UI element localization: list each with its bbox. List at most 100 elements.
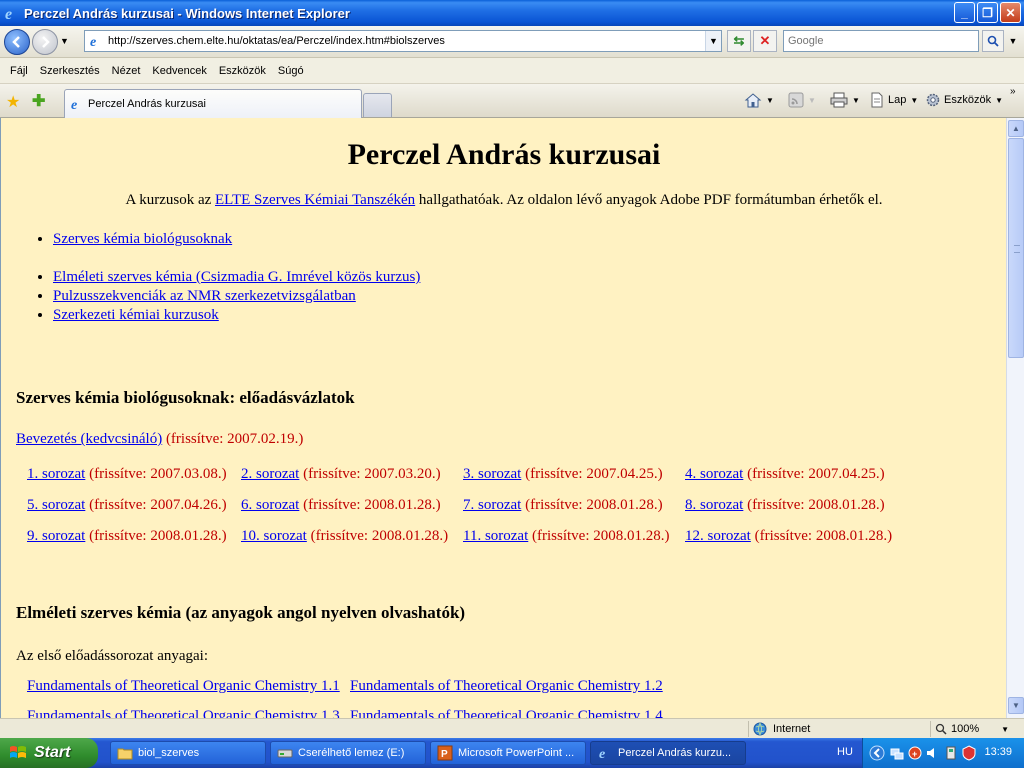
series-link[interactable]: 1. sorozat <box>27 466 85 482</box>
scroll-grip <box>1014 245 1020 253</box>
tools-menu-button[interactable]: Eszközök ▼ <box>925 92 1003 108</box>
svg-text:+: + <box>912 749 917 759</box>
add-favorite-icon[interactable]: ✚ <box>32 91 45 111</box>
zoom-icon <box>935 723 947 735</box>
stop-button[interactable]: ✕ <box>753 30 777 52</box>
series-link[interactable]: 12. sorozat <box>685 528 751 544</box>
ie-logo-icon: e <box>599 747 605 761</box>
menu-tools[interactable]: Eszközök <box>213 65 272 77</box>
tray-shield-icon[interactable] <box>961 745 977 761</box>
forward-button[interactable] <box>32 29 58 55</box>
chevron-more-icon[interactable]: » <box>1010 86 1016 97</box>
clock[interactable]: 13:39 <box>984 746 1012 758</box>
home-dropdown-icon[interactable]: ▼ <box>766 96 774 105</box>
tab-active[interactable]: e Perczel András kurzusai <box>64 89 362 118</box>
tray-usb-icon[interactable] <box>943 745 959 761</box>
tray-network-icon[interactable] <box>889 745 905 761</box>
vertical-scrollbar[interactable]: ▲ ▼ <box>1006 118 1024 718</box>
start-button[interactable]: Start <box>0 738 98 768</box>
series-link[interactable]: 4. sorozat <box>685 466 743 482</box>
feeds-button[interactable]: ▼ <box>788 92 816 108</box>
series-link[interactable]: 9. sorozat <box>27 528 85 544</box>
series-updated: (frissítve: 2008.01.28.) <box>521 497 663 513</box>
search-box[interactable] <box>783 30 979 52</box>
maximize-button[interactable]: ❐ <box>977 2 998 23</box>
series-item: 12. sorozat (frissítve: 2008.01.28.) <box>685 528 892 545</box>
task-biol-szerves[interactable]: biol_szerves <box>110 741 266 765</box>
course-link-theoretical[interactable]: Elméleti szerves kémia (Csizmadia G. Imr… <box>53 269 420 285</box>
printer-icon <box>830 92 848 108</box>
series-link[interactable]: 7. sorozat <box>463 497 521 513</box>
intro-lecture-link[interactable]: Bevezetés (kedvcsináló) <box>16 431 162 447</box>
menu-favorites[interactable]: Kedvencek <box>146 65 212 77</box>
search-input[interactable] <box>788 35 978 47</box>
menu-edit[interactable]: Szerkesztés <box>34 65 106 77</box>
new-tab-button[interactable] <box>363 93 392 117</box>
tray-antivirus-icon[interactable]: + <box>907 745 923 761</box>
zoom-dropdown-icon[interactable]: ▼ <box>1001 725 1009 734</box>
menu-view[interactable]: Nézet <box>106 65 147 77</box>
series-link[interactable]: 2. sorozat <box>241 466 299 482</box>
fundamentals-item: Fundamentals of Theoretical Organic Chem… <box>27 678 340 695</box>
series-link[interactable]: 8. sorozat <box>685 497 743 513</box>
zone-indicator[interactable]: Internet <box>748 721 928 737</box>
menu-help[interactable]: Súgó <box>272 65 310 77</box>
print-button[interactable]: ▼ <box>830 92 860 108</box>
fundamentals-link[interactable]: Fundamentals of Theoretical Organic Chem… <box>350 678 663 694</box>
task-powerpoint[interactable]: P Microsoft PowerPoint ... <box>430 741 586 765</box>
zoom-level: 100% <box>951 723 980 735</box>
status-bar: Internet 100% ▼ <box>0 718 1024 738</box>
elte-department-link[interactable]: ELTE Szerves Kémiai Tanszékén <box>215 192 415 208</box>
search-button[interactable] <box>982 30 1004 52</box>
svg-text:e: e <box>71 98 77 112</box>
history-dropdown[interactable]: ▼ <box>60 36 69 46</box>
series-item: 8. sorozat (frissítve: 2008.01.28.) <box>685 497 885 514</box>
page-icon <box>871 92 883 108</box>
scroll-thumb[interactable] <box>1008 138 1024 358</box>
tray-volume-icon[interactable] <box>925 745 941 761</box>
language-indicator[interactable]: HU <box>837 746 853 758</box>
fundamentals-link[interactable]: Fundamentals of Theoretical Organic Chem… <box>27 678 340 694</box>
menu-file[interactable]: Fájl <box>4 65 34 77</box>
course-list-top: Szerves kémia biológusoknak <box>53 230 232 249</box>
scroll-up-button[interactable]: ▲ <box>1008 120 1024 137</box>
favorites-star-icon[interactable]: ★ <box>6 92 20 112</box>
course-link-nmr[interactable]: Pulzusszekvenciák az NMR szerkezetvizsgá… <box>53 288 356 304</box>
home-button[interactable]: ▼ <box>744 92 774 108</box>
series-link[interactable]: 10. sorozat <box>241 528 307 544</box>
series-link[interactable]: 5. sorozat <box>27 497 85 513</box>
ie-logo-icon: e <box>5 6 12 21</box>
fundamentals-link[interactable]: Fundamentals of Theoretical Organic Chem… <box>27 708 340 718</box>
window-title: Perczel András kurzusai - Windows Intern… <box>24 5 350 21</box>
close-button[interactable]: ✕ <box>1000 2 1021 23</box>
refresh-button[interactable]: ⇆ <box>727 30 751 52</box>
back-button[interactable] <box>4 29 30 55</box>
series-item: 3. sorozat (frissítve: 2007.04.25.) <box>463 466 663 483</box>
search-options-dropdown[interactable]: ▼ <box>1006 30 1020 52</box>
page-heading: Perczel András kurzusai <box>347 138 661 171</box>
zoom-control[interactable]: 100% ▼ <box>930 721 1024 737</box>
stop-icon: ✕ <box>759 33 771 48</box>
print-dropdown-icon[interactable]: ▼ <box>852 96 860 105</box>
address-bar[interactable]: e http://szerves.chem.elte.hu/oktatas/ea… <box>84 30 722 52</box>
fundamentals-link[interactable]: Fundamentals of Theoretical Organic Chem… <box>350 708 663 718</box>
task-ie-active[interactable]: e Perczel András kurzu... <box>590 741 746 765</box>
ie-page-icon: e <box>71 98 77 112</box>
task-removable-disk[interactable]: Cserélhető lemez (E:) <box>270 741 426 765</box>
url-text[interactable]: http://szerves.chem.elte.hu/oktatas/ea/P… <box>108 35 705 47</box>
series-updated: (frissítve: 2008.01.28.) <box>750 528 893 544</box>
series-link[interactable]: 6. sorozat <box>241 497 299 513</box>
svg-text:e: e <box>599 747 605 761</box>
page-menu-button[interactable]: Lap ▼ <box>869 92 918 108</box>
scroll-down-button[interactable]: ▼ <box>1008 697 1024 714</box>
course-link-biology[interactable]: Szerves kémia biológusoknak <box>53 231 232 247</box>
minimize-button[interactable]: _ <box>954 2 975 23</box>
start-label: Start <box>34 744 71 761</box>
tray-collapse-icon[interactable] <box>869 745 885 761</box>
series-link[interactable]: 11. sorozat <box>463 528 528 544</box>
course-link-structural[interactable]: Szerkezeti kémiai kurzusok <box>53 307 219 323</box>
home-icon <box>744 93 762 108</box>
address-dropdown[interactable]: ▼ <box>705 31 721 51</box>
refresh-icon: ⇆ <box>733 33 745 48</box>
series-link[interactable]: 3. sorozat <box>463 466 521 482</box>
